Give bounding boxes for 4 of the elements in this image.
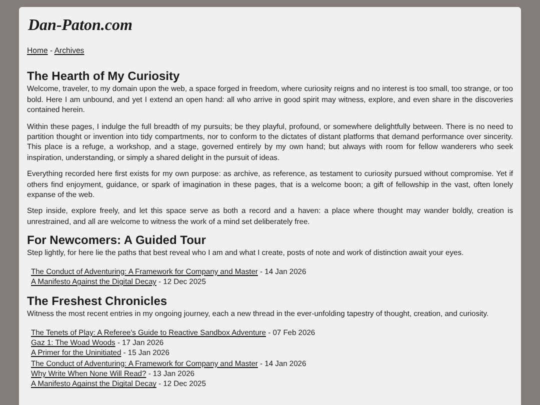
section-heading: For Newcomers: A Guided Tour [27, 233, 207, 248]
section-heading: The Hearth of My Curiosity [27, 69, 181, 84]
section-heading: The Freshest Chronicles [27, 294, 168, 310]
site-title: Dan-Paton.com [28, 16, 134, 36]
